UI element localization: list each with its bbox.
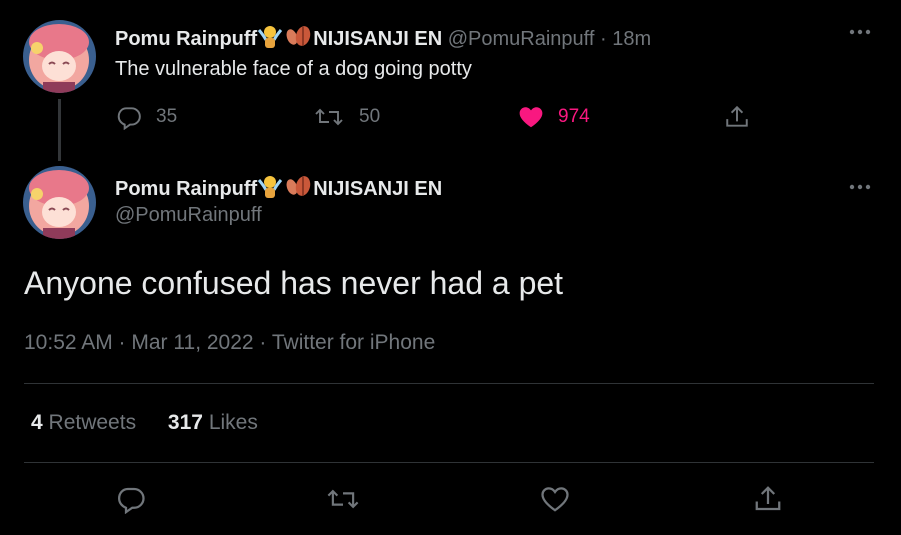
likes-label: Likes: [208, 411, 258, 434]
thread-connector-line: [58, 99, 61, 161]
reply-count: 35: [156, 106, 178, 127]
more-icon[interactable]: [848, 26, 872, 37]
reply-icon: [116, 104, 142, 130]
share-icon: [724, 104, 750, 130]
display-name[interactable]: Pomu Rainpuff: [115, 178, 257, 200]
leaves-emoji-icon: [283, 24, 313, 54]
avatar[interactable]: [23, 20, 96, 93]
retweet-count: 50: [359, 106, 381, 127]
retweets-label: Retweets: [48, 411, 137, 434]
user-handle[interactable]: @PomuRainpuff: [115, 204, 262, 226]
more-icon[interactable]: [848, 181, 872, 192]
tweet-thread: Pomu Rainpuff NIJISANJI EN @PomuRainpuff …: [0, 0, 901, 535]
retweet-icon: [313, 104, 345, 130]
likes-count: 317: [167, 411, 203, 434]
display-name-suffix[interactable]: NIJISANJI EN: [313, 178, 442, 200]
heart-icon[interactable]: [540, 484, 570, 519]
fairy-emoji-icon: [257, 24, 283, 54]
user-handle[interactable]: @PomuRainpuff: [448, 28, 595, 50]
tweet-time[interactable]: 18m: [612, 28, 651, 50]
retweet-button[interactable]: 50: [313, 104, 380, 130]
likes-stat[interactable]: 317 Likes: [168, 411, 258, 434]
tweet-text: The vulnerable face of a dog going potty: [115, 58, 472, 80]
separator-dot: ·: [599, 28, 607, 50]
reply-button[interactable]: 35: [116, 104, 177, 130]
display-name-suffix[interactable]: NIJISANJI EN: [313, 28, 442, 50]
heart-icon: [518, 104, 544, 130]
main-handle-row: @PomuRainpuff: [115, 204, 262, 227]
avatar[interactable]: [23, 166, 96, 239]
share-button[interactable]: [724, 104, 750, 130]
share-icon[interactable]: [753, 484, 783, 519]
divider: [24, 383, 874, 384]
tweet-timestamp[interactable]: 10:52 AM · Mar 11, 2022 · Twitter for iP…: [24, 331, 435, 355]
retweets-count: 4: [31, 411, 43, 434]
main-name-row: Pomu Rainpuff NIJISANJI EN: [115, 174, 442, 204]
engagement-stats: 4 Retweets 317 Likes: [31, 411, 284, 435]
divider: [24, 462, 874, 463]
display-name[interactable]: Pomu Rainpuff: [115, 28, 257, 50]
main-tweet-text: Anyone confused has never had a pet: [24, 265, 564, 301]
retweet-icon[interactable]: [325, 484, 361, 519]
like-button[interactable]: 974: [518, 104, 590, 130]
leaves-emoji-icon: [283, 174, 313, 204]
retweets-stat[interactable]: 4 Retweets: [31, 411, 136, 434]
reply-icon[interactable]: [116, 484, 146, 519]
reply-name-row: Pomu Rainpuff NIJISANJI EN @PomuRainpuff …: [115, 24, 651, 54]
like-count: 974: [558, 106, 590, 127]
fairy-emoji-icon: [257, 174, 283, 204]
